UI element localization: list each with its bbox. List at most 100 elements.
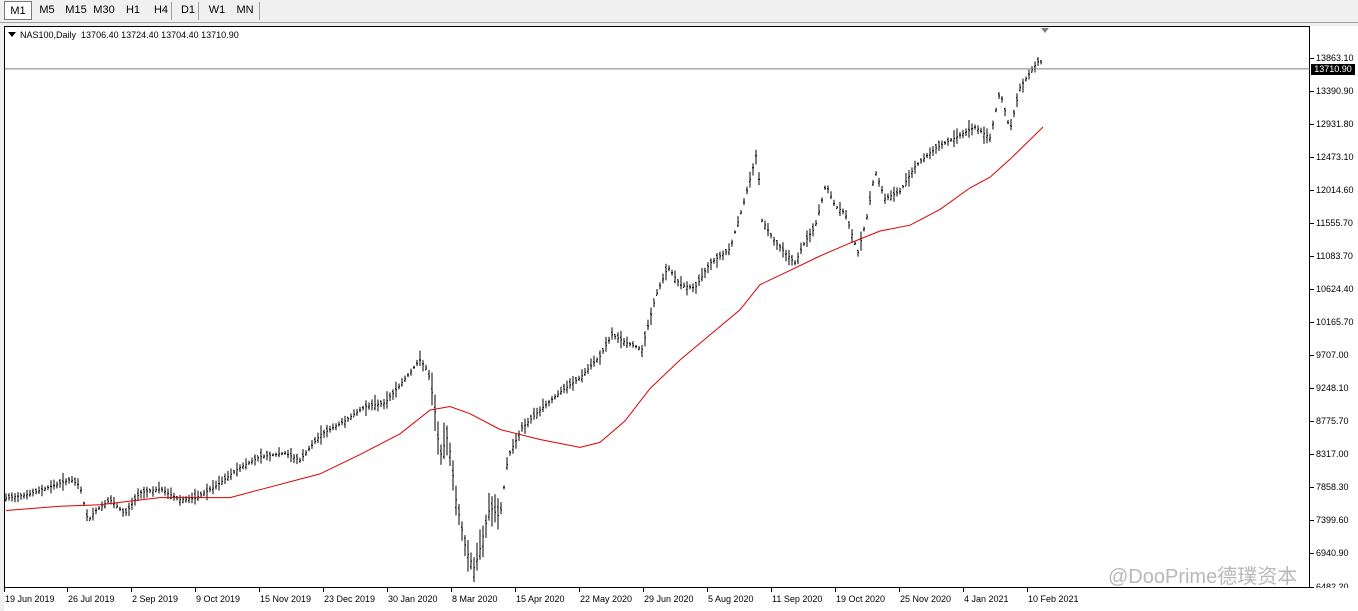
symbol-label: NAS100,Daily <box>20 30 77 40</box>
ohlc-bar <box>173 492 175 501</box>
chart-shift-icon[interactable] <box>1041 28 1049 33</box>
ohlc-bar <box>815 220 817 226</box>
ohlc-bar <box>962 129 964 139</box>
ohlc-bar <box>50 480 52 494</box>
ohlc-bar <box>17 492 19 503</box>
ohlc-bar <box>692 283 694 293</box>
watermark: @DooPrime德璞资本 <box>1108 566 1298 588</box>
ohlc-bar <box>650 307 652 326</box>
ohlc-bar <box>854 241 856 245</box>
ohlc-bar <box>359 406 361 413</box>
ohlc-bar <box>881 185 883 194</box>
ohlc-bar <box>218 475 220 491</box>
ohlc-bar <box>818 204 820 216</box>
ohlc-bar <box>932 145 934 156</box>
ohlc-bar <box>944 141 946 145</box>
ohlc-bar <box>5 493 7 502</box>
ohlc-bar <box>242 462 244 470</box>
ohlc-bar <box>728 243 730 256</box>
ohlc-bar <box>1025 76 1027 82</box>
ohlc-bar <box>632 341 634 348</box>
ohlc-bar <box>71 475 73 483</box>
ohlc-bar <box>968 119 970 138</box>
ohlc-bar <box>410 368 412 376</box>
ohlc-bar <box>830 191 832 200</box>
ohlc-bar <box>92 507 94 521</box>
ohlc-bar <box>653 298 655 308</box>
ohlc-bar <box>347 416 349 423</box>
ohlc-bar <box>674 270 676 284</box>
ohlc-bar <box>341 417 343 426</box>
ohlc-bar <box>773 236 775 246</box>
ohlc-bar <box>551 395 553 404</box>
ohlc-bar <box>725 249 727 256</box>
ohlc-bar <box>473 557 475 583</box>
ohlc-bar <box>386 391 388 409</box>
ohlc-bar <box>596 357 598 363</box>
ohlc-bar <box>584 368 586 376</box>
ohlc-bar <box>569 378 571 389</box>
ohlc-bar <box>434 394 436 432</box>
ohlc-bar <box>44 486 46 492</box>
ohlc-bar <box>260 448 262 464</box>
ohlc-bar <box>335 423 337 431</box>
ohlc-bar <box>836 205 838 210</box>
ohlc-bar <box>356 408 358 416</box>
ohlc-bar <box>719 251 721 260</box>
ohlc-bar <box>635 344 637 349</box>
ohlc-bar <box>29 489 31 497</box>
ohlc-bar <box>413 365 415 370</box>
ohlc-bar <box>905 172 907 187</box>
ohlc-bar <box>1019 83 1021 92</box>
ohlc-bar <box>770 232 772 239</box>
ohlc-bar <box>95 507 97 515</box>
ohlc-bar <box>707 262 709 274</box>
ohlc-bar <box>791 254 793 266</box>
ohlc-bar <box>713 257 715 264</box>
ohlc-bar <box>146 486 148 498</box>
ohlc-bar <box>236 462 238 477</box>
ohlc-bar <box>548 399 550 407</box>
ohlc-bar <box>245 458 247 470</box>
ohlc-bar <box>254 454 256 466</box>
ohlc-bar <box>893 186 895 202</box>
ohlc-bar <box>1016 93 1018 108</box>
ohlc-bar <box>164 486 166 496</box>
ohlc-bar <box>299 457 301 463</box>
ohlc-bar <box>1010 118 1012 131</box>
ohlc-bar <box>839 201 841 217</box>
ohlc-bar <box>278 447 280 458</box>
ohlc-bar <box>449 442 451 466</box>
ohlc-bar <box>23 492 25 499</box>
ohlc-bar <box>26 490 28 500</box>
ohlc-bar <box>578 375 580 381</box>
ohlc-bar <box>662 273 664 284</box>
ohlc-bar <box>458 504 460 526</box>
ohlc-bar <box>155 486 157 493</box>
ohlc-bar <box>224 473 226 485</box>
ohlc-bar <box>482 525 484 558</box>
ohlc-bar <box>581 369 583 383</box>
ohlc-bar <box>140 489 142 499</box>
ohlc-bar <box>98 506 100 510</box>
ohlc-bar <box>1013 109 1015 118</box>
ohlc-bar <box>563 383 565 394</box>
ohlc-bar <box>197 490 199 501</box>
ohlc-bar <box>479 529 481 560</box>
ohlc-bar <box>911 167 913 179</box>
ohlc-bar <box>257 455 259 462</box>
ohlc-bar <box>383 398 385 410</box>
ohlc-bar <box>422 360 424 372</box>
ohlc-bar <box>371 399 373 411</box>
current-price-marker: 13710.90 <box>1311 63 1355 75</box>
ohlc-bar <box>398 383 400 390</box>
ohlc-bar <box>392 389 394 400</box>
moving-average-line <box>5 126 1044 511</box>
ohlc-bar <box>215 480 217 490</box>
ohlc-bar <box>629 341 631 347</box>
ohlc-bar <box>587 364 589 374</box>
ohlc-bar <box>227 470 229 482</box>
ohlc-bar <box>1007 119 1009 125</box>
ohlc-bar <box>314 436 316 445</box>
dropdown-triangle-icon[interactable] <box>8 32 16 37</box>
